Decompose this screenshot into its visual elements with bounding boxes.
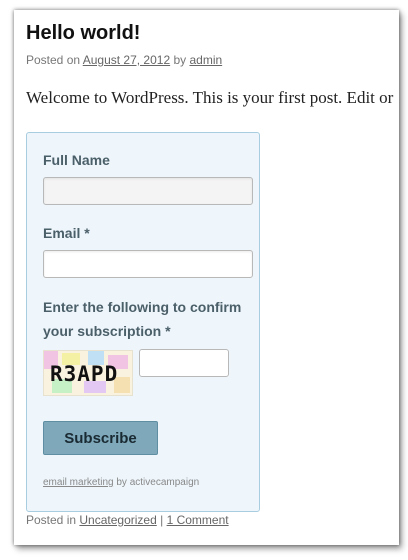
posted-in-text: Posted in	[26, 513, 80, 527]
subscription-form: Full Name Email * Enter the following to…	[26, 132, 260, 512]
email-marketing-link[interactable]: email marketing	[43, 477, 114, 488]
post-date-link[interactable]: August 27, 2012	[83, 53, 170, 67]
comments-link[interactable]: 1 Comment	[167, 513, 229, 527]
captcha-input[interactable]	[139, 349, 229, 377]
credit-suffix: by activecampaign	[113, 477, 200, 488]
form-credit: email marketing by activecampaign	[43, 477, 199, 488]
captcha-image: R3APD	[43, 350, 133, 396]
posted-on-text: Posted on	[26, 53, 83, 67]
full-name-label: Full Name	[43, 152, 110, 168]
blog-post-card: Hello world! Posted on August 27, 2012 b…	[14, 10, 399, 545]
subscribe-button[interactable]: Subscribe	[43, 421, 158, 455]
footer-separator: |	[156, 513, 167, 527]
post-content: Welcome to WordPress. This is your first…	[26, 88, 394, 107]
email-input[interactable]	[43, 250, 253, 278]
captcha-instruction-label: Enter the following to confirm your subs…	[43, 299, 242, 339]
post-meta: Posted on August 27, 2012 by admin	[26, 53, 222, 67]
full-name-input[interactable]	[43, 177, 253, 205]
category-link[interactable]: Uncategorized	[79, 513, 156, 527]
by-text: by	[170, 53, 190, 67]
post-title[interactable]: Hello world!	[26, 22, 140, 45]
email-label: Email *	[43, 225, 90, 241]
post-footer: Posted in Uncategorized | 1 Comment	[26, 513, 229, 527]
captcha-code: R3APD	[50, 362, 119, 386]
author-link[interactable]: admin	[189, 53, 222, 67]
